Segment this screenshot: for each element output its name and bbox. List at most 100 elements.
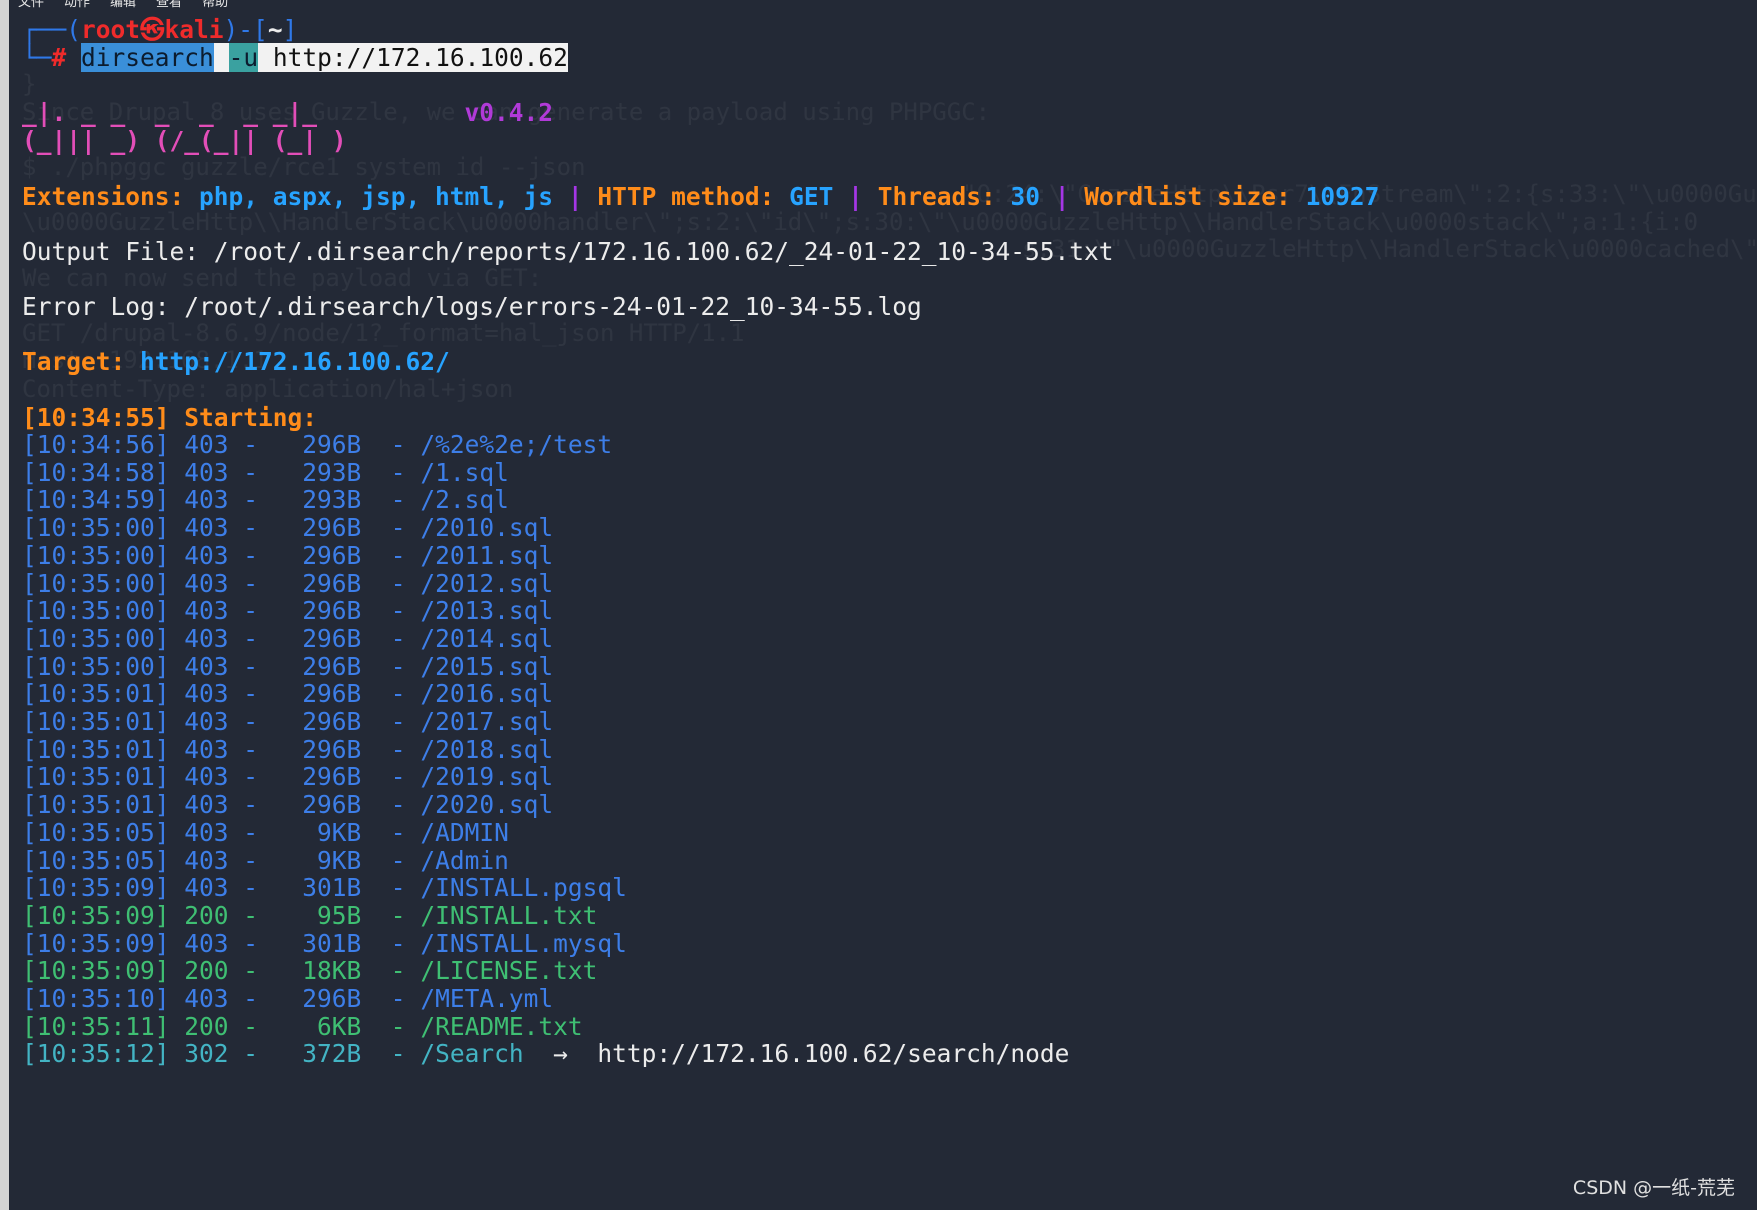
result-path: /2012.sql [420,568,554,598]
result-sep: - [361,679,421,709]
result-path: /2013.sql [420,596,554,626]
result-path: /META.yml [420,984,554,1013]
result-time: [10:34:59] [22,485,170,515]
result-time: [10:35:09] [22,900,170,930]
result-row: [10:35:00] 403 - 296B - /2012.sql [22,569,553,599]
result-path: /2010.sql [420,513,554,543]
result-row: [10:35:01] 403 - 296B - /2020.sql [22,790,553,820]
separator: | [567,182,583,211]
result-row: [10:35:01] 403 - 296B - /2016.sql [22,679,553,709]
result-size: 296B [272,513,362,543]
extensions-label: Extensions: [22,182,185,211]
result-size: 296B [272,984,362,1013]
result-path: /2011.sql [420,540,554,570]
result-status: 403 - [169,623,273,653]
result-time: [10:35:00] [22,623,170,653]
result-size: 6KB [272,1011,362,1041]
result-time: [10:35:01] [22,734,170,764]
terminal-output[interactable]: ┌──(root㉿kali)-[~] └─# dirsearch -u http… [22,15,1757,1068]
result-row: [10:34:59] 403 - 293B - /2.sql [22,485,509,515]
menu-help[interactable]: 帮助 [202,0,228,9]
result-size: 296B [272,762,362,792]
result-size: 18KB [272,956,362,986]
result-row: [10:35:01] 403 - 296B - /2018.sql [22,735,553,765]
prompt-user: root [81,15,141,44]
result-sep: - [361,845,421,875]
skull-icon: ㉿ [140,15,165,44]
result-row: [10:34:58] 403 - 293B - /1.sql [22,458,509,488]
result-size: 296B [272,734,362,764]
result-row: [10:35:00] 403 - 296B - /2014.sql [22,624,553,654]
result-status: 403 - [169,679,273,709]
result-size: 296B [272,679,362,709]
prompt-cwd: ~ [267,15,283,44]
result-path: /README.txt [420,1011,583,1041]
result-sep: - [361,790,421,820]
result-time: [10:35:00] [22,568,170,598]
result-status: 403 - [169,845,273,875]
result-size: 9KB [272,845,362,875]
command-line[interactable]: └─# dirsearch -u http://172.16.100.62 [22,43,568,73]
result-sep: - [361,513,421,543]
result-time: [10:35:09] [22,956,170,986]
redirect-url: http://172.16.100.62/search/node [597,1039,1070,1069]
result-sep: - [361,1039,421,1069]
window-left-border [0,0,9,1210]
result-row: [10:35:10] 403 - 296B - /META.yml [22,984,553,1014]
result-time: [10:35:10] [22,984,170,1013]
result-time: [10:35:00] [22,651,170,681]
banner-line-2: (_||| _) (/_(_|| (_| ) [22,126,347,156]
watermark: CSDN @一纸-荒芜 [1572,1177,1735,1199]
result-time: [10:35:05] [22,845,170,875]
command-option: -u [228,43,259,72]
starting-line: [10:34:55] Starting: [22,403,317,433]
result-sep: - [361,596,421,626]
result-sep: - [361,651,421,681]
command-url: http://172.16.100.62 [272,43,568,72]
banner-line-1: _|. _ _ _ _ _ _|_ v0.4.2 [22,98,553,128]
target-label: Target: [22,347,126,376]
result-status: 403 - [169,762,273,792]
result-row: [10:35:00] 403 - 296B - /2011.sql [22,541,553,571]
result-path: /ADMIN [420,817,509,847]
result-row: [10:35:09] 403 - 301B - /INSTALL.pgsql [22,873,627,903]
result-status: 403 - [169,707,273,736]
result-row: [10:35:09] 200 - 18KB - /LICENSE.txt [22,956,597,986]
result-sep: - [361,734,421,764]
result-sep: - [361,873,421,903]
result-row: [10:35:01] 403 - 296B - /2017.sql [22,707,553,737]
result-sep: - [361,1011,421,1041]
result-size: 301B [272,928,362,958]
menu-view[interactable]: 查看 [156,0,182,9]
result-time: [10:35:01] [22,762,170,792]
result-time: [10:35:09] [22,928,170,958]
result-sep: - [361,485,421,515]
redirect-arrow-icon: → [523,1039,598,1069]
result-sep: - [361,623,421,653]
result-row: [10:35:01] 403 - 296B - /2019.sql [22,762,553,792]
result-row: [10:35:11] 200 - 6KB - /README.txt [22,1012,583,1042]
menu-edit[interactable]: 编辑 [110,0,136,9]
result-path: /2015.sql [420,651,554,681]
result-sep: - [361,568,421,598]
target-line: Target: http://172.16.100.62/ [22,347,450,377]
result-status: 403 - [169,430,273,459]
result-sep: - [361,956,421,986]
result-sep: - [361,430,421,459]
method-value: GET [789,182,834,211]
result-status: 403 - [169,596,273,626]
result-path: /2014.sql [420,623,554,653]
error-log-line: Error Log: /root/.dirsearch/logs/errors-… [22,292,922,321]
result-path: /2017.sql [420,707,554,736]
result-sep: - [361,540,421,570]
result-row: [10:34:56] 403 - 296B - /%2e%2e;/test [22,430,612,460]
starting-time: [10:34:55] [22,403,170,432]
menu-file[interactable]: 文件 [18,0,44,9]
result-size: 296B [272,623,362,653]
result-time: [10:35:11] [22,1011,170,1041]
result-row: [10:35:00] 403 - 296B - /2013.sql [22,596,553,626]
result-path: /2020.sql [420,790,554,820]
result-row: [10:35:00] 403 - 296B - /2015.sql [22,652,553,682]
menu-action[interactable]: 动作 [64,0,90,9]
banner-logo-top: _|. _ _ _ _ _ _|_ [22,98,318,127]
